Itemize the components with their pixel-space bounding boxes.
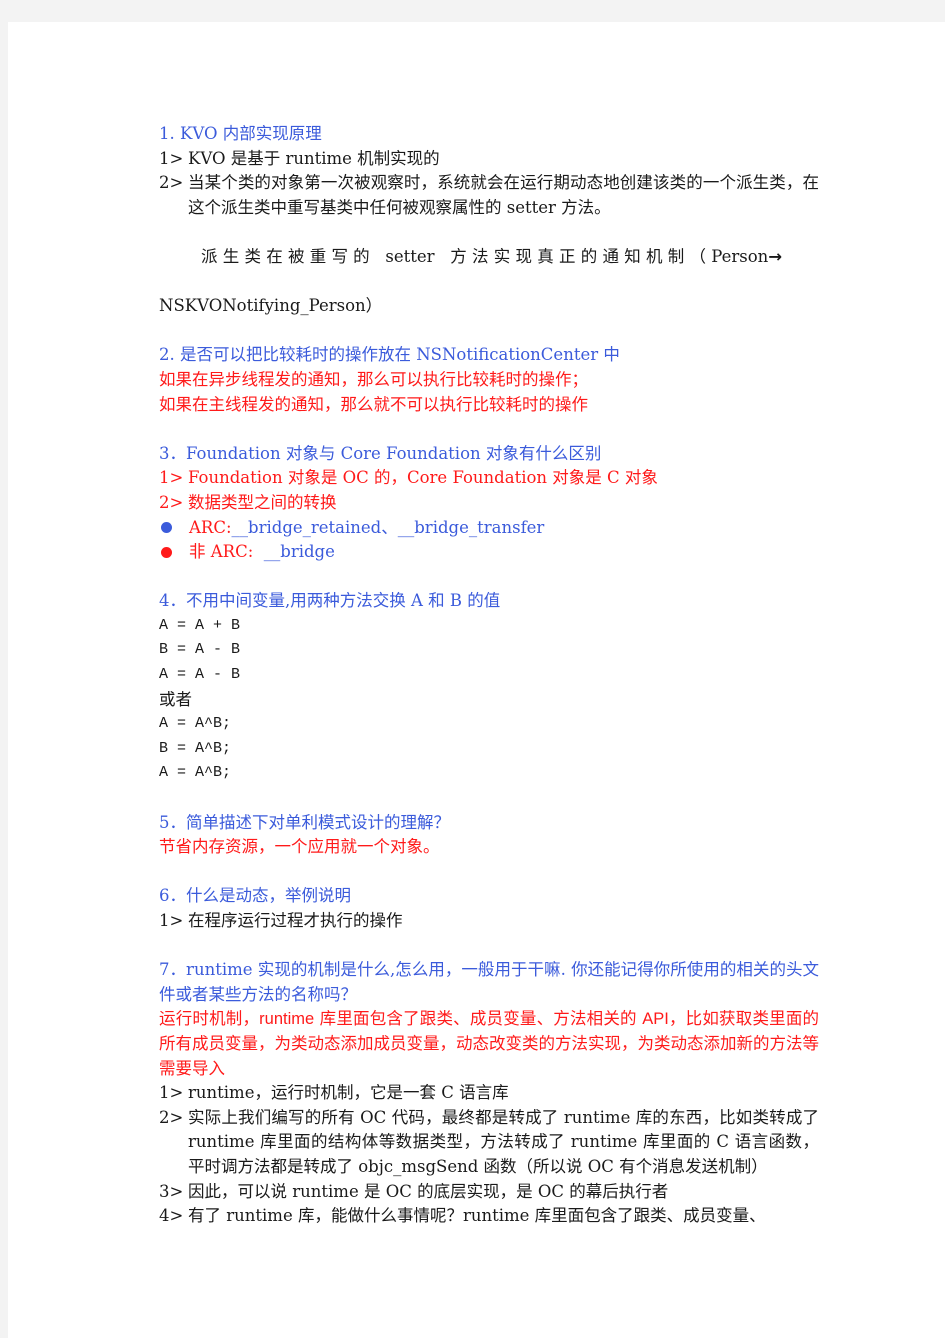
list-item: 1> runtime，运行时机制，它是一套 C 语言库 — [159, 1081, 819, 1106]
list-marker: 2> — [159, 492, 184, 512]
list-item-text: Foundation 对象是 OC 的，Core Foundation 对象是 … — [188, 468, 658, 488]
bullet-item: ARC: __bridge_retained、__bridge_transfer — [159, 516, 819, 541]
list-item-text: 数据类型之间的转换 — [188, 492, 337, 512]
bullet-label: ARC: — [189, 517, 232, 537]
question-heading: 7．runtime 实现的机制是什么,怎么用，一般用于干嘛. 你还能记得你所使用… — [159, 960, 819, 1004]
list-item: 3> 因此，可以说 runtime 是 OC 的底层实现，是 OC 的幕后执行者 — [159, 1180, 819, 1205]
bullet-text: __bridge_retained、__bridge_transfer — [231, 517, 545, 537]
list-item: 2> 当某个类的对象第一次被观察时，系统就会在运行期动态地创建该类的一个派生类，… — [159, 171, 819, 220]
list-marker: 2> — [159, 1107, 184, 1127]
document-page: 1. KVO 内部实现原理 1> KVO 是基于 runtime 机制实现的 2… — [8, 22, 945, 1338]
question-heading: 5．简单描述下对单利模式设计的理解？ — [159, 812, 450, 832]
bullet-item: 非 ARC: __bridge — [159, 540, 819, 565]
list-item: 1> Foundation 对象是 OC 的，Core Foundation 对… — [159, 466, 819, 491]
list-item: 2> 数据类型之间的转换 — [159, 491, 819, 516]
answer-text: 运行时机制， — [159, 1009, 260, 1029]
note-line: 派 生 类 在 被 重 写 的 setter 方 法 实 现 真 正 的 通 知… — [159, 220, 819, 294]
code-line: A = A + B — [159, 616, 241, 634]
list-marker: 1> — [159, 911, 184, 930]
question-heading: 2. 是否可以把比较耗时的操作放在 NSNotificationCenter 中 — [159, 345, 620, 365]
list-marker: 3> — [159, 1181, 184, 1201]
answer-paragraph: 运行时机制，runtime 库里面包含了跟类、成员变量、方法相关的 API，比如… — [159, 1007, 819, 1081]
code-line: A = A^B; — [159, 764, 232, 782]
bullet-label: 非 ARC: — [189, 542, 254, 562]
section-dynamic: 6．什么是动态，举例说明 1> 在程序运行过程才执行的操作 — [159, 884, 819, 933]
list-marker: 1> — [159, 468, 184, 488]
list-item-text: 有了 runtime 库，能做什么事情呢？runtime 库里面包含了跟类、成员… — [188, 1206, 766, 1226]
list-marker: 1> — [159, 1083, 184, 1103]
question-heading: 1. KVO 内部实现原理 — [159, 124, 322, 143]
list-item: 2> 实际上我们编写的所有 OC 代码，最终都是转成了 runtime 库的东西… — [159, 1106, 819, 1180]
bullet-dot-icon — [161, 546, 172, 558]
list-item-text: 因此，可以说 runtime 是 OC 的底层实现，是 OC 的幕后执行者 — [188, 1181, 669, 1201]
code-line: B = A - B — [159, 641, 241, 659]
list-item-text: runtime，运行时机制，它是一套 C 语言库 — [188, 1083, 509, 1103]
list-item-text: 当某个类的对象第一次被观察时，系统就会在运行期动态地创建该类的一个派生类，在这个… — [188, 173, 819, 217]
code-line: B = A^B; — [159, 739, 232, 757]
answer-text: API — [642, 1010, 669, 1029]
list-item-text: KVO 是基于 runtime 机制实现的 — [188, 148, 440, 168]
right-arrow-icon: → — [768, 246, 783, 266]
answer-line: 如果在主线程发的通知，那么就不可以执行比较耗时的操作 — [159, 394, 588, 414]
list-item-text: 实际上我们编写的所有 OC 代码，最终都是转成了 runtime 库的东西，比如… — [188, 1107, 819, 1176]
list-marker: 2> — [159, 173, 184, 193]
section-kvo: 1. KVO 内部实现原理 1> KVO 是基于 runtime 机制实现的 2… — [159, 122, 819, 319]
answer-line: 如果在异步线程发的通知，那么可以执行比较耗时的操作； — [159, 369, 588, 389]
bullet-text: __bridge — [253, 542, 335, 562]
question-heading: 3．Foundation 对象与 Core Foundation 对象有什么区别 — [159, 443, 602, 463]
list-item-text: 在程序运行过程才执行的操作 — [188, 911, 403, 930]
section-swap-values: 4．不用中间变量,用两种方法交换 A 和 B 的值 A = A + B B = … — [159, 589, 819, 786]
document-content: 1. KVO 内部实现原理 1> KVO 是基于 runtime 机制实现的 2… — [159, 122, 819, 1229]
answer-text: 库里面包含了跟类、成员变量、方法相关的 — [314, 1009, 643, 1029]
answer-text: runtime — [259, 1010, 315, 1029]
or-label: 或者 — [159, 689, 192, 709]
list-marker: 4> — [159, 1206, 184, 1226]
section-runtime: 7．runtime 实现的机制是什么,怎么用，一般用于干嘛. 你还能记得你所使用… — [159, 958, 819, 1229]
code-line: A = A - B — [159, 666, 241, 684]
note-text: 派 生 类 在 被 重 写 的 setter 方 法 实 现 真 正 的 通 知… — [200, 246, 769, 266]
list-marker: 1> — [159, 148, 184, 168]
list-item: 1> 在程序运行过程才执行的操作 — [159, 909, 819, 934]
section-foundation: 3．Foundation 对象与 Core Foundation 对象有什么区别… — [159, 442, 819, 565]
note-line-continued: NSKVONotifying_Person） — [159, 296, 383, 316]
answer-line: 节省内存资源，一个应用就一个对象。 — [159, 837, 440, 857]
code-line: A = A^B; — [159, 715, 232, 733]
list-item: 1> KVO 是基于 runtime 机制实现的 — [159, 147, 819, 172]
section-singleton: 5．简单描述下对单利模式设计的理解？ 节省内存资源，一个应用就一个对象。 — [159, 811, 819, 860]
bullet-dot-icon — [161, 522, 172, 534]
question-heading: 6．什么是动态，举例说明 — [159, 886, 351, 906]
section-notification-center: 2. 是否可以把比较耗时的操作放在 NSNotificationCenter 中… — [159, 343, 819, 417]
question-heading: 4．不用中间变量,用两种方法交换 A 和 B 的值 — [159, 591, 501, 611]
list-item: 4> 有了 runtime 库，能做什么事情呢？runtime 库里面包含了跟类… — [159, 1204, 819, 1229]
